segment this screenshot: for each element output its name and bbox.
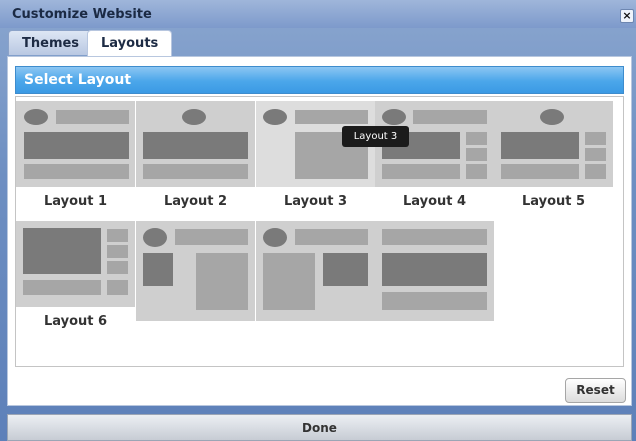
logo-placeholder	[263, 228, 287, 247]
logo-placeholder	[143, 228, 167, 247]
content-placeholder	[501, 132, 579, 159]
content-placeholder	[323, 253, 368, 286]
layout-6-thumbnail[interactable]	[16, 221, 135, 307]
content-placeholder	[263, 253, 315, 310]
layout-2-label[interactable]: Layout 2	[136, 187, 255, 217]
header-placeholder	[56, 110, 129, 124]
sidebar-placeholder	[107, 229, 128, 242]
sidebar-placeholder	[585, 148, 606, 161]
logo-placeholder	[24, 109, 48, 125]
layout-4-label[interactable]: Layout 4	[375, 187, 494, 217]
sidebar-placeholder	[585, 132, 606, 145]
footer-placeholder	[23, 280, 101, 295]
sidebar-placeholder	[466, 164, 487, 179]
reset-button[interactable]: Reset	[565, 378, 626, 403]
layout-5-thumbnail[interactable]	[494, 101, 613, 187]
layout-1-label[interactable]: Layout 1	[16, 187, 135, 217]
customize-website-dialog: Customize Website × Themes Layouts Selec…	[0, 0, 636, 441]
footer-placeholder	[501, 164, 579, 179]
content-placeholder	[196, 253, 248, 310]
tab-themes[interactable]: Themes	[8, 30, 94, 55]
done-button[interactable]: Done	[7, 414, 632, 441]
sidebar-placeholder	[585, 164, 606, 179]
header-placeholder	[295, 110, 368, 124]
layout-9-thumbnail[interactable]	[375, 221, 494, 321]
sidebar-placeholder	[107, 245, 128, 258]
layout-grid: Layout 1 Layout 2 Layout 3 Layout 4 Layo…	[15, 96, 624, 367]
content-placeholder	[23, 228, 101, 274]
content-placeholder	[143, 132, 248, 159]
footer-placeholder	[382, 164, 460, 179]
window-title: Customize Website	[12, 7, 152, 22]
header-placeholder	[382, 229, 487, 245]
layout-2-thumbnail[interactable]	[136, 101, 255, 187]
header-placeholder	[413, 110, 487, 124]
title-bar[interactable]: Customize Website ×	[0, 0, 636, 28]
footer-placeholder	[382, 292, 487, 310]
header-placeholder	[175, 229, 248, 245]
layout-8-thumbnail[interactable]	[256, 221, 375, 321]
header-placeholder	[295, 229, 368, 245]
section-title: Select Layout	[24, 72, 132, 88]
logo-placeholder	[263, 109, 287, 125]
sidebar-placeholder	[466, 132, 487, 145]
content-placeholder	[143, 253, 173, 286]
sidebar-placeholder	[107, 261, 128, 274]
sidebar-placeholder	[107, 280, 128, 295]
footer-placeholder	[24, 164, 129, 179]
logo-placeholder	[182, 109, 206, 125]
layout-3-label[interactable]: Layout 3	[256, 187, 375, 217]
layout-7-thumbnail[interactable]	[136, 221, 255, 321]
sidebar-placeholder	[466, 148, 487, 161]
layout-6-label[interactable]: Layout 6	[16, 307, 135, 337]
tab-layouts[interactable]: Layouts	[87, 30, 173, 57]
logo-placeholder	[382, 109, 406, 125]
tooltip: Layout 3	[342, 126, 409, 147]
layout-1-thumbnail[interactable]	[16, 101, 135, 187]
content-placeholder	[382, 253, 487, 286]
section-header: Select Layout	[15, 66, 624, 94]
layouts-panel: Select Layout Layout 1 Layout 2 Layout 3…	[7, 56, 632, 406]
content-placeholder	[24, 132, 129, 159]
close-icon[interactable]: ×	[620, 9, 634, 23]
logo-placeholder	[540, 109, 564, 125]
layout-5-label[interactable]: Layout 5	[494, 187, 613, 217]
footer-placeholder	[143, 164, 248, 179]
